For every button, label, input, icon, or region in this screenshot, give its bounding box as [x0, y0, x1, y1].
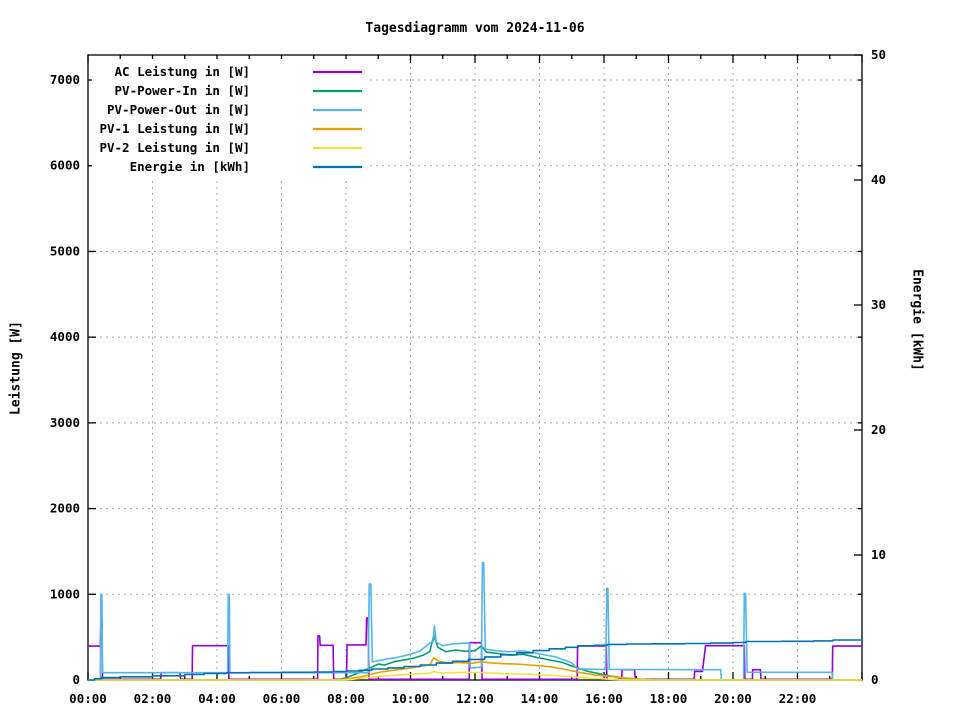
- y-right-tick-label: 10: [871, 547, 886, 562]
- x-tick-label: 16:00: [585, 691, 623, 706]
- y-right-tick-label: 0: [871, 672, 879, 687]
- y-left-tick-label: 7000: [50, 72, 80, 87]
- y-left-tick-label: 5000: [50, 243, 80, 258]
- x-tick-label: 18:00: [650, 691, 688, 706]
- y-right-tick-label: 50: [871, 47, 886, 62]
- x-tick-label: 08:00: [327, 691, 365, 706]
- x-tick-label: 20:00: [714, 691, 752, 706]
- x-tick-label: 10:00: [392, 691, 430, 706]
- legend-label: PV-Power-In in [W]: [115, 83, 250, 98]
- plot-area: 00:00 02:00 04:00 06:00 08:00 10:00 12:00 14:00…: [50, 47, 886, 706]
- x-tick-label: 04:00: [198, 691, 236, 706]
- y-right-tick-label: 40: [871, 172, 886, 187]
- chart-canvas: Tagesdiagramm vom 2024-11-06 Leistung [W…: [0, 0, 960, 720]
- y-left-tick-label: 2000: [50, 501, 80, 516]
- legend-label: AC Leistung in [W]: [115, 64, 250, 79]
- y-right-tick-label: 20: [871, 422, 886, 437]
- y-left-tick-label: 1000: [50, 586, 80, 601]
- y-left-tick-label: 4000: [50, 329, 80, 344]
- y-right-tick-label: 30: [871, 297, 886, 312]
- legend-label: PV-Power-Out in [W]: [107, 102, 250, 117]
- legend: AC Leistung in [W] PV-Power-In in [W] PV-P…: [92, 59, 370, 177]
- x-tick-label: 00:00: [69, 691, 107, 706]
- legend-label: PV-2 Leistung in [W]: [99, 140, 250, 155]
- x-tick-label: 22:00: [779, 691, 817, 706]
- x-tick-label: 14:00: [521, 691, 559, 706]
- x-tick-label: 02:00: [134, 691, 172, 706]
- x-tick-label: 06:00: [263, 691, 301, 706]
- legend-label: PV-1 Leistung in [W]: [99, 121, 250, 136]
- y-left-tick-label: 6000: [50, 158, 80, 173]
- y-left-tick-label: 0: [72, 672, 80, 687]
- legend-label: Energie in [kWh]: [130, 159, 250, 174]
- x-tick-label: 12:00: [456, 691, 494, 706]
- y-left-tick-label: 3000: [50, 415, 80, 430]
